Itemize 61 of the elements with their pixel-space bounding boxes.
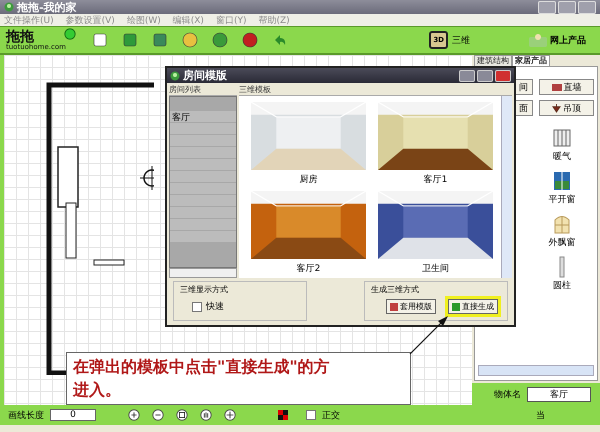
empty-list-row	[170, 123, 236, 134]
object-name-field[interactable]: 客厅	[527, 386, 591, 402]
line-length-label: 画线长度	[8, 410, 44, 422]
template-name: 客厅1	[424, 174, 448, 186]
fast-checkbox[interactable]	[192, 302, 202, 312]
empty-list-row	[170, 231, 236, 242]
panel-button[interactable]: 吊顶	[539, 100, 594, 116]
group-title: 三维显示方式	[180, 284, 229, 295]
room-template-thumbnail[interactable]	[251, 191, 366, 259]
panel-button[interactable]: 直墙	[539, 79, 594, 95]
template-name: 厨房	[300, 174, 318, 186]
room-list-item[interactable]: 客厅	[170, 111, 236, 122]
item-label: 外飘窗	[548, 236, 576, 249]
room-template-thumbnail[interactable]	[378, 102, 493, 170]
maximize-button[interactable]	[477, 70, 493, 82]
template-name: 卫生间	[422, 262, 449, 275]
app-icon	[170, 70, 180, 80]
room-template-thumbnail[interactable]	[251, 102, 366, 170]
zoom-out-icon[interactable]	[152, 409, 164, 421]
item-label: 暖气	[553, 150, 571, 163]
callout-text: 在弹出的模板中点击"直接生成"的方	[73, 356, 331, 378]
checkbox-label: 快速	[206, 300, 224, 313]
group-title: 生成三维方式	[371, 284, 420, 295]
dialog-title: 房间模版	[183, 68, 227, 83]
move-icon[interactable]	[224, 409, 236, 421]
empty-list-row	[170, 135, 236, 146]
minimize-button[interactable]	[459, 70, 475, 82]
empty-list-row	[170, 207, 236, 218]
horizontal-scrollbar[interactable]	[478, 365, 594, 376]
item-label: 平开窗	[548, 194, 576, 206]
generate-option-button[interactable]: 直接生成	[448, 299, 498, 314]
online-products-button[interactable]: 网上产品	[528, 33, 586, 47]
ortho-label: 正交	[322, 410, 340, 422]
zoom-in-icon[interactable]	[128, 409, 140, 421]
line-length-field[interactable]: 0	[50, 409, 96, 421]
empty-list-row	[170, 183, 236, 194]
empty-list-row	[170, 159, 236, 170]
callout-text: 进入。	[73, 379, 122, 401]
empty-list-row	[170, 219, 236, 230]
bag-icon	[528, 33, 548, 47]
empty-list-row	[170, 171, 236, 182]
status-text: 当	[536, 410, 545, 422]
ortho-checkbox[interactable]	[306, 410, 316, 420]
empty-list-row	[170, 147, 236, 158]
logo-text: 拖拖	[6, 30, 34, 44]
window-icon[interactable]	[552, 169, 572, 193]
object-name-label: 物体名	[494, 388, 521, 400]
app-icon	[4, 2, 14, 12]
room-template-thumbnail[interactable]	[378, 191, 493, 259]
square-icon[interactable]	[176, 409, 188, 421]
panel-tab[interactable]: 建筑结构	[474, 55, 512, 66]
color-swatch-icon[interactable]	[278, 410, 288, 420]
close-button[interactable]	[495, 70, 511, 82]
window-title: 拖拖-我的家	[17, 0, 77, 14]
template-name: 客厅2	[296, 262, 320, 275]
item-label: 圆柱	[553, 280, 571, 292]
empty-list-row	[170, 195, 236, 206]
horizontal-scrollbar[interactable]	[169, 268, 237, 278]
generate-option-button[interactable]: 套用模版	[386, 299, 436, 314]
vertical-scrollbar[interactable]	[501, 96, 512, 278]
panel-tab[interactable]: 家居产品	[512, 55, 550, 66]
